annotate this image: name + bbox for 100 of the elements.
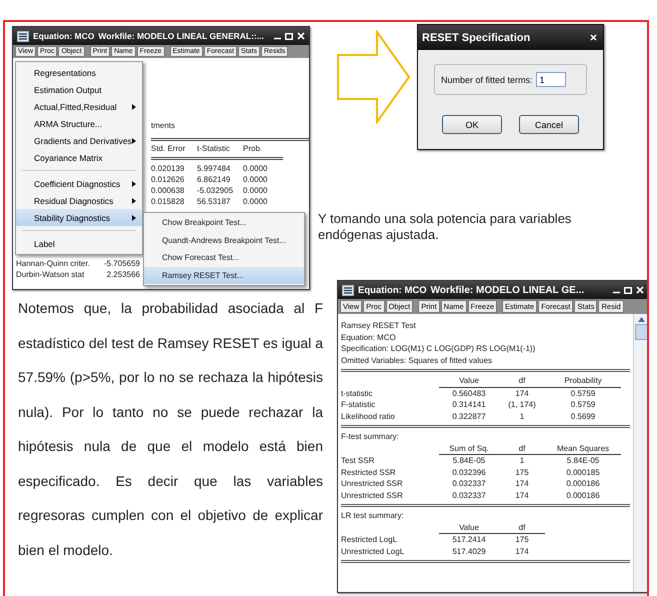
table-cell-text: 0.020139 <box>151 164 186 173</box>
submenu-arrow-icon <box>132 104 136 110</box>
column-header: df <box>499 522 545 534</box>
menu-item[interactable]: Chow Breakpoint Test... <box>144 214 304 232</box>
table-cell-text: 0.5759 <box>570 399 596 410</box>
menu-item[interactable]: Coefficient Diagnostics <box>16 175 142 192</box>
table-cell-text: 0.5759 <box>570 388 596 399</box>
table-cell-text: 0.012626 <box>151 175 186 184</box>
menu-item[interactable]: Stability Diagnostics <box>16 209 142 226</box>
submenu-arrow-icon <box>132 180 136 186</box>
arrow-icon <box>337 30 411 124</box>
report-text: Omitted Variables: Squares of fitted values <box>341 354 494 366</box>
table-cell-text: 5.84E-05 <box>452 455 486 466</box>
table-cell-text: 1 <box>518 410 526 422</box>
menu-item[interactable]: Ramsey RESET Test... <box>144 266 304 284</box>
column-header: Value <box>439 375 499 388</box>
window-menu-icon[interactable] <box>17 30 29 42</box>
column-header: Std. Error <box>151 144 186 153</box>
table-cell-text: 6.862149 <box>197 175 232 184</box>
workfile-title: Workfile: MODELO LINEAL GE... <box>430 284 584 296</box>
close-icon[interactable] <box>297 32 305 40</box>
close-icon[interactable] <box>590 34 597 41</box>
table-cell-text: 1 <box>518 455 526 466</box>
table-cell-text: 0.015828 <box>151 197 186 206</box>
table-cell-text: 517.2414 <box>451 534 487 546</box>
menu-item[interactable]: ARMA Structure... <box>16 115 142 132</box>
input-field[interactable]: 1 <box>536 72 566 87</box>
report-text: Ramsey RESET Test <box>341 320 417 332</box>
submenu-arrow-icon <box>132 214 136 220</box>
table-cell-text: 0.032337 <box>451 478 487 490</box>
column-header: df <box>499 442 545 455</box>
table-cell-text: 174 <box>514 546 530 557</box>
scroll-up-icon[interactable] <box>638 317 644 322</box>
table-cell-text: 0.032337 <box>451 490 487 501</box>
row-label: F-statistic <box>341 399 376 410</box>
dialog-button[interactable]: Cancel <box>519 115 579 134</box>
table-cell-text: 0.0000 <box>243 197 268 206</box>
menu-item[interactable]: Regresentations <box>16 64 142 81</box>
menu-item[interactable]: Quandt-Andrews Breakpoint Test... <box>144 232 304 249</box>
window-title: Equation: MCO <box>33 31 94 41</box>
row-label: Unrestricted SSR <box>341 478 404 490</box>
row-label: Unrestricted SSR <box>341 490 404 501</box>
menu-item[interactable]: Coyariance Matrix <box>16 149 142 166</box>
field-label: Number of fitted terms: <box>441 74 533 84</box>
submenu-arrow-icon <box>132 198 136 204</box>
table-cell-text: 174 <box>514 478 530 490</box>
dialog-title: RESET Specification <box>422 32 530 44</box>
section-title: F-test summary: <box>341 431 400 442</box>
stat-value: 2.253566 <box>106 270 141 280</box>
column-header: Value <box>439 522 499 534</box>
table-cell-text: 0.000186 <box>565 490 601 501</box>
row-label: t-statistic <box>341 388 374 399</box>
table-cell-text: 0.0000 <box>243 164 268 173</box>
window-title: Equation: MCO <box>358 284 427 296</box>
column-header: df <box>499 375 545 388</box>
maximize-icon[interactable] <box>285 32 293 40</box>
scrollbar[interactable] <box>633 314 647 592</box>
row-label: Likelihood ratio <box>341 410 396 422</box>
menu-item[interactable]: Chow Forecast Test... <box>144 249 304 266</box>
table-cell-text: 175 <box>514 466 530 478</box>
table-cell-text: 0.032396 <box>451 466 487 478</box>
stat-label: Hannan-Quinn criter. <box>16 259 91 269</box>
table-cell-text: 5.84E-05 <box>566 455 600 466</box>
table-cell-text: 175 <box>514 534 530 546</box>
menu-item[interactable]: Estimation Output <box>16 81 142 98</box>
output-text: tments <box>151 121 176 130</box>
table-cell-text: 5.997484 <box>197 164 232 173</box>
column-header: Prob. <box>243 144 264 153</box>
close-icon[interactable] <box>636 286 644 294</box>
paragraph: Notemos que, la probabilidad asociada al F estadístico del test de Ramsey RESET es igual a 57.59% (p>5%, por lo no se rechaza la hipótesis nula). Por lo tanto no se puede rechazar la hipótesis nula de que el modelo está bien especificado. Es decir que las variables regresoras cumplen con el objetivo de explicar bien el modelo. <box>18 299 323 560</box>
stat-value: -5.705659 <box>102 259 141 269</box>
section-title: LR test summary: <box>341 510 405 522</box>
menu-item[interactable]: Label <box>16 235 142 252</box>
column-header: Mean Squares <box>545 442 621 455</box>
table-cell-text: 174 <box>514 388 530 399</box>
menu-item[interactable]: Residual Diagnostics <box>16 192 142 209</box>
table-cell-text: (1, 174) <box>507 399 537 410</box>
column-header: Sum of Sq. <box>439 442 499 455</box>
submenu-arrow-icon <box>132 138 136 144</box>
table-cell-text: 0.000185 <box>565 466 601 478</box>
scroll-thumb[interactable] <box>634 324 647 340</box>
menu-item[interactable]: Actual,Fitted,Residual <box>16 98 142 115</box>
row-label: Restricted SSR <box>341 466 397 478</box>
table-cell-text: -5.032905 <box>197 186 234 195</box>
table-cell-text: 0.314141 <box>451 399 487 410</box>
table-cell-text: 0.560483 <box>451 388 487 399</box>
report-text: Equation: MCO <box>341 332 397 343</box>
menu-item[interactable]: Gradients and Derivatives <box>16 132 142 149</box>
table-cell-text: 0.000638 <box>151 186 186 195</box>
caption-text: Y tomando una sola potencia para variables endógenas ajustada. <box>318 211 572 243</box>
maximize-icon[interactable] <box>624 286 632 294</box>
stat-label: Durbin-Watson stat <box>16 270 86 280</box>
dialog-button[interactable]: OK <box>442 115 502 134</box>
table-cell-text: 0.322877 <box>451 410 487 422</box>
row-label: Restricted LogL <box>341 534 398 546</box>
table-cell-text: 0.5699 <box>570 410 596 422</box>
report-text: Specification: LOG(M1) C LOG(GDP) RS LOG(M1(-1)) <box>341 343 536 354</box>
table-cell-text: 174 <box>514 490 530 501</box>
table-cell-text: 0.0000 <box>243 175 268 184</box>
window-menu-icon[interactable] <box>342 284 354 296</box>
